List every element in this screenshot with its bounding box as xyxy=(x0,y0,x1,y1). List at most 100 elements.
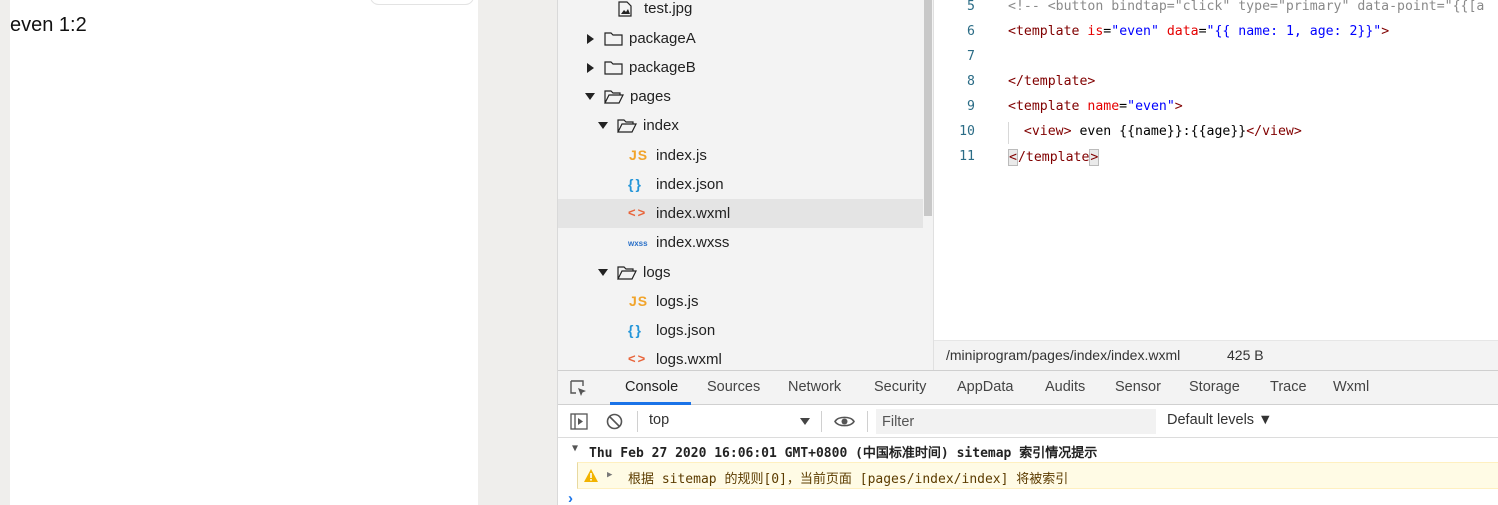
chevron-down-icon[interactable] xyxy=(598,269,608,276)
eye-icon[interactable] xyxy=(834,414,855,434)
folder-closed-icon xyxy=(604,31,623,50)
tab-appdata[interactable]: AppData xyxy=(957,379,1013,395)
console-toolbar: top Default levels ▼ xyxy=(558,405,1498,438)
line-number: 11 xyxy=(959,149,975,164)
tree-item-index-folder[interactable]: index xyxy=(558,111,923,140)
tab-trace[interactable]: Trace xyxy=(1270,379,1307,395)
tree-item-label: index.json xyxy=(656,176,724,193)
wxss-file-icon: wxss xyxy=(628,239,648,248)
folder-open-icon xyxy=(617,265,637,284)
tab-audits[interactable]: Audits xyxy=(1045,379,1085,395)
code-editor[interactable]: 5 <!-- <button bindtap="click" type="pri… xyxy=(934,0,1498,340)
folder-open-icon xyxy=(604,89,624,108)
tree-item-label: index xyxy=(643,117,679,134)
code-line: 10 <view> even {{name}}:{{age}}</view> xyxy=(934,124,1498,149)
code-text: <template name="even"> xyxy=(1008,99,1183,114)
tab-console[interactable]: Console xyxy=(625,379,678,395)
code-line: 11 </template> xyxy=(934,149,1498,174)
console-warning-text: 根据 sitemap 的规则[0]，当前页面 [pages/index/inde… xyxy=(628,472,1069,487)
indent-guide xyxy=(1008,122,1009,144)
tab-storage[interactable]: Storage xyxy=(1189,379,1240,395)
wxml-file-icon: <> xyxy=(628,205,648,220)
tab-sources[interactable]: Sources xyxy=(707,379,760,395)
code-line: 8 </template> xyxy=(934,74,1498,99)
code-text: </template> xyxy=(1008,149,1100,166)
ide-window: even 1:2 test.jpg packageA packageB page… xyxy=(0,0,1498,505)
toolbar-separator xyxy=(821,411,822,432)
file-size: 425 B xyxy=(1227,347,1264,363)
line-number: 10 xyxy=(959,124,975,139)
clear-console-icon[interactable] xyxy=(606,413,623,435)
expand-triangle-icon[interactable]: ▼ xyxy=(572,443,578,454)
console-group-text: Thu Feb 27 2020 16:06:01 GMT+0800 (中国标准时… xyxy=(589,446,1098,461)
tree-item-label: logs xyxy=(643,264,671,281)
tree-item-pages[interactable]: pages xyxy=(558,82,923,111)
code-text: <!-- <button bindtap="click" type="prima… xyxy=(1008,0,1485,14)
editor-status-bar: /miniprogram/pages/index/index.wxml 425 … xyxy=(934,340,1498,370)
tab-network[interactable]: Network xyxy=(788,379,841,395)
tree-item-packageB[interactable]: packageB xyxy=(558,53,923,82)
tree-item-label: test.jpg xyxy=(644,0,693,17)
devtools-tab-bar: Console Sources Network Security AppData… xyxy=(558,371,1498,405)
tree-item-label: packageA xyxy=(629,30,696,47)
chevron-right-icon[interactable] xyxy=(587,34,594,44)
file-tree-scrollbar[interactable] xyxy=(924,0,932,216)
file-path: /miniprogram/pages/index/index.wxml xyxy=(946,347,1181,363)
simulator-right-gutter xyxy=(478,0,558,505)
tab-security[interactable]: Security xyxy=(874,379,926,395)
line-number: 8 xyxy=(967,74,975,89)
tree-item-logs-folder[interactable]: logs xyxy=(558,258,923,287)
simulator-screen[interactable]: even 1:2 xyxy=(10,0,478,505)
tree-item-label: index.wxss xyxy=(656,234,730,251)
console-group-header[interactable]: ▼ Thu Feb 27 2020 16:06:01 GMT+0800 (中国标… xyxy=(558,438,1498,462)
folder-open-icon xyxy=(617,118,637,137)
sidebar-toggle-icon[interactable] xyxy=(570,413,588,435)
chevron-down-icon[interactable] xyxy=(800,418,810,425)
capsule-button[interactable] xyxy=(370,0,474,5)
bracket-match-highlight: < xyxy=(1008,149,1018,166)
tree-item-logs-json[interactable]: {} logs.json xyxy=(558,316,923,345)
code-line: 6 <template is="even" data="{{ name: 1, … xyxy=(934,24,1498,49)
code-line: 5 <!-- <button bindtap="click" type="pri… xyxy=(934,0,1498,24)
simulator-left-gutter xyxy=(0,0,10,505)
line-number: 7 xyxy=(967,49,975,64)
bracket-match-highlight: > xyxy=(1089,149,1100,166)
folder-closed-icon xyxy=(604,60,623,79)
tree-item-index-js[interactable]: JS index.js xyxy=(558,141,923,170)
chevron-right-icon[interactable] xyxy=(587,63,594,73)
chevron-down-icon[interactable] xyxy=(585,93,595,100)
tree-item-index-wxml[interactable]: <> index.wxml xyxy=(558,199,923,228)
console-filter-input[interactable] xyxy=(876,409,1156,434)
tab-sensor[interactable]: Sensor xyxy=(1115,379,1161,395)
tree-item-index-json[interactable]: {} index.json xyxy=(558,170,923,199)
tree-item-test-jpg[interactable]: test.jpg xyxy=(558,0,923,23)
tree-item-index-wxss[interactable]: wxss index.wxss xyxy=(558,228,923,257)
json-file-icon: {} xyxy=(628,176,643,192)
tree-item-packageA[interactable]: packageA xyxy=(558,24,923,53)
tree-item-label: index.wxml xyxy=(656,205,731,222)
tree-item-label: logs.json xyxy=(656,322,716,339)
js-file-icon: JS xyxy=(629,293,649,309)
line-number: 5 xyxy=(967,0,975,14)
console-warning-row[interactable]: ▶ 根据 sitemap 的规则[0]，当前页面 [pages/index/in… xyxy=(577,462,1498,489)
tree-item-logs-wxml[interactable]: <> logs.wxml xyxy=(558,345,923,370)
line-number: 9 xyxy=(967,99,975,114)
tab-wxml[interactable]: Wxml xyxy=(1333,379,1369,395)
code-line: 9 <template name="even"> xyxy=(934,99,1498,124)
image-file-icon xyxy=(618,1,632,21)
log-levels-dropdown[interactable]: Default levels ▼ xyxy=(1167,412,1272,428)
wxml-file-icon: <> xyxy=(628,351,648,366)
console-prompt-icon[interactable]: › xyxy=(568,490,573,505)
tree-item-logs-js[interactable]: JS logs.js xyxy=(558,287,923,316)
tree-item-label: index.js xyxy=(656,147,707,164)
code-line: 7 xyxy=(934,49,1498,74)
toolbar-separator xyxy=(867,411,868,432)
tree-item-label: packageB xyxy=(629,59,696,76)
chevron-down-icon[interactable] xyxy=(598,122,608,129)
context-select[interactable]: top xyxy=(649,412,669,428)
inspect-element-icon[interactable] xyxy=(570,380,587,397)
expand-triangle-icon[interactable]: ▶ xyxy=(607,470,612,480)
js-file-icon: JS xyxy=(629,147,649,163)
code-text: <template is="even" data="{{ name: 1, ag… xyxy=(1008,24,1390,39)
warning-icon xyxy=(583,468,599,483)
